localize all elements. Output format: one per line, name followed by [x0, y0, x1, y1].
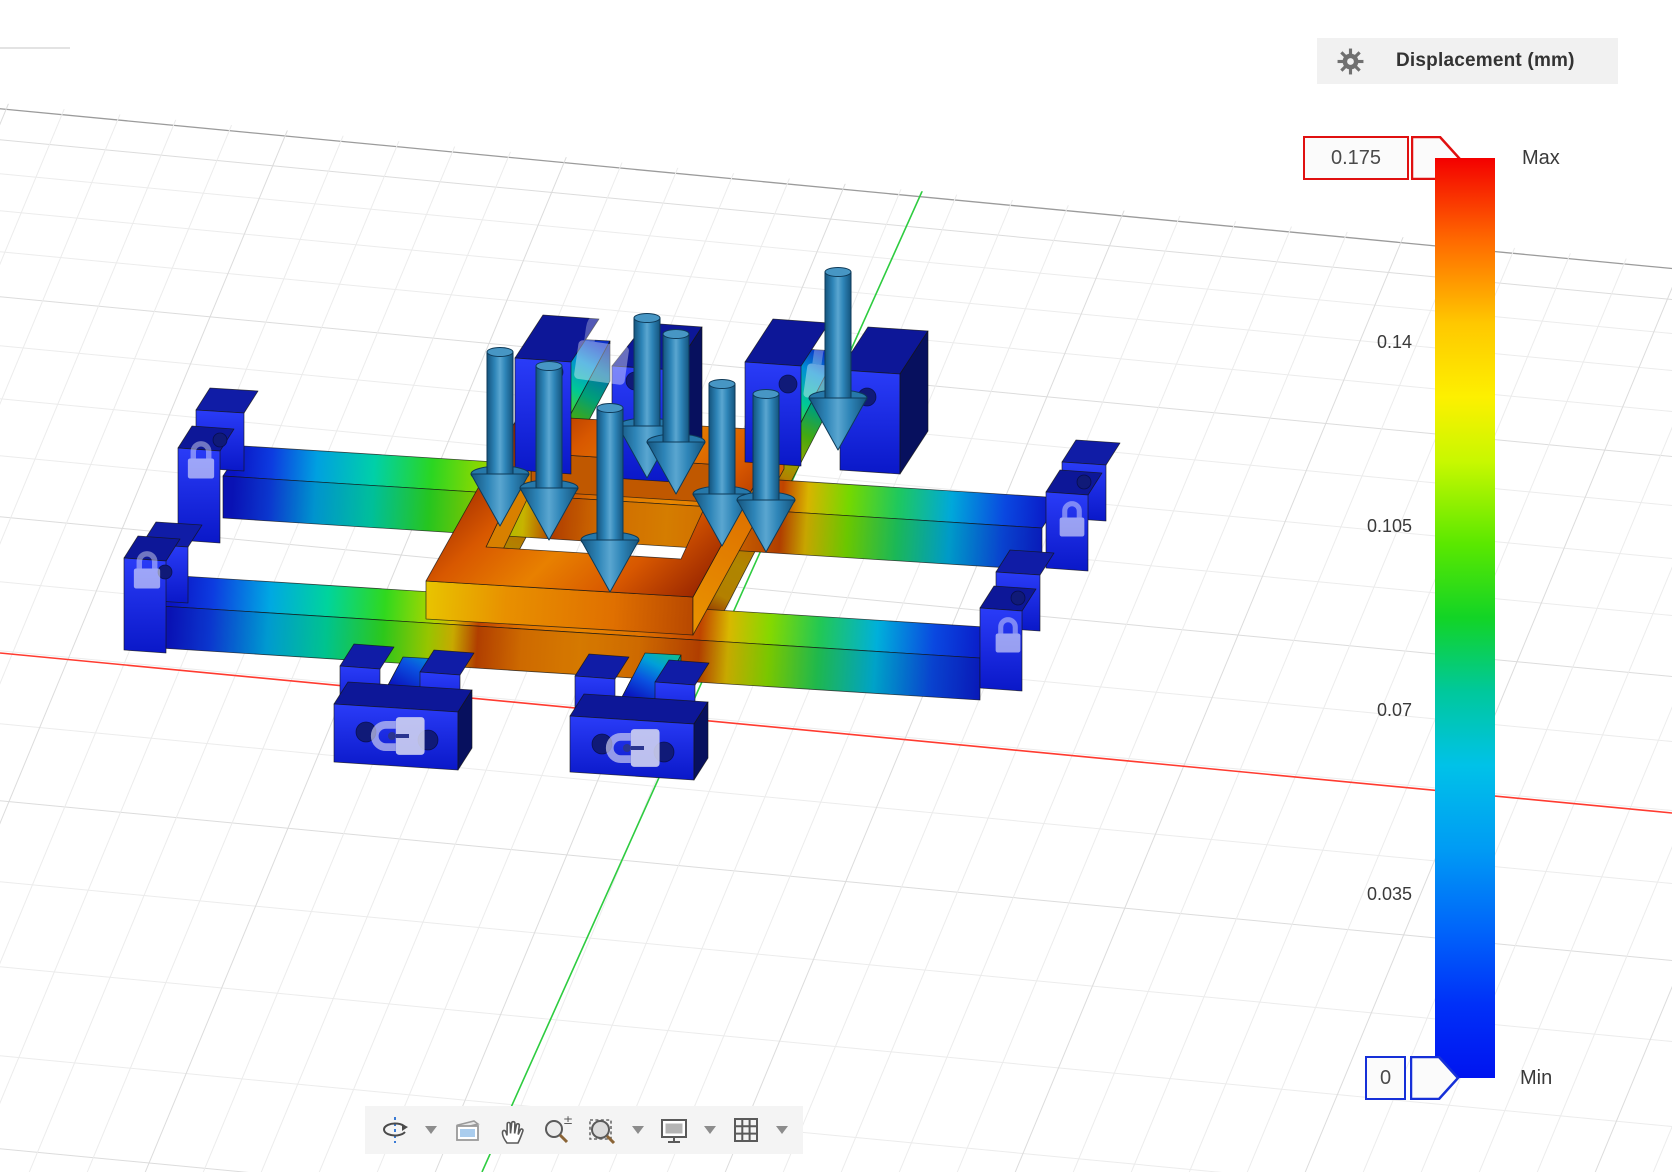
legend-title: Displacement (mm)	[1396, 50, 1575, 72]
3d-viewport[interactable]: Displacement (mm) 0.175 Max 0.14 0.105 0…	[0, 0, 1672, 1172]
grid-settings-button[interactable]	[728, 1109, 764, 1151]
legend-color-bar	[1435, 158, 1495, 1078]
grid-icon	[731, 1115, 761, 1145]
constraint-clamp-right-2[interactable]	[980, 550, 1054, 691]
constraint-clamp-right-1[interactable]	[1046, 440, 1120, 571]
navigation-toolbar: ±	[365, 1106, 803, 1154]
legend-max-label: Max	[1522, 136, 1560, 180]
legend-min-value-input[interactable]: 0	[1365, 1056, 1406, 1100]
chevron-down-icon	[776, 1126, 788, 1134]
chevron-down-icon	[632, 1126, 644, 1134]
grid-settings-dropdown[interactable]	[773, 1109, 791, 1151]
orbit-dropdown[interactable]	[422, 1109, 440, 1151]
orbit-button[interactable]	[377, 1109, 413, 1151]
look-at-icon	[452, 1115, 482, 1145]
gear-icon[interactable]	[1337, 48, 1364, 75]
legend-min-marker[interactable]	[1410, 1056, 1460, 1100]
pan-button[interactable]	[494, 1109, 530, 1151]
legend-tick: 0.14	[1302, 329, 1412, 355]
display-settings-button[interactable]	[656, 1109, 692, 1151]
legend-tick: 0.07	[1302, 697, 1412, 723]
zoom-icon: ±	[542, 1115, 572, 1145]
zoom-button[interactable]: ±	[539, 1109, 575, 1151]
pan-icon	[497, 1115, 527, 1145]
legend-header: Displacement (mm)	[1317, 38, 1618, 84]
legend-min-label: Min	[1520, 1056, 1552, 1100]
window-zoom-button[interactable]	[584, 1109, 620, 1151]
panel-edge-divider	[0, 47, 70, 49]
display-settings-dropdown[interactable]	[701, 1109, 719, 1151]
look-at-button[interactable]	[449, 1109, 485, 1151]
legend-tick: 0.035	[1302, 881, 1412, 907]
legend-tick: 0.105	[1302, 513, 1412, 539]
window-zoom-dropdown[interactable]	[629, 1109, 647, 1151]
chevron-down-icon	[704, 1126, 716, 1134]
orbit-icon	[380, 1115, 410, 1145]
svg-text:±: ±	[563, 1115, 572, 1127]
window-zoom-icon	[587, 1115, 617, 1145]
display-settings-icon	[659, 1115, 689, 1145]
legend-max-value-input[interactable]: 0.175	[1303, 136, 1409, 180]
chevron-down-icon	[425, 1126, 437, 1134]
